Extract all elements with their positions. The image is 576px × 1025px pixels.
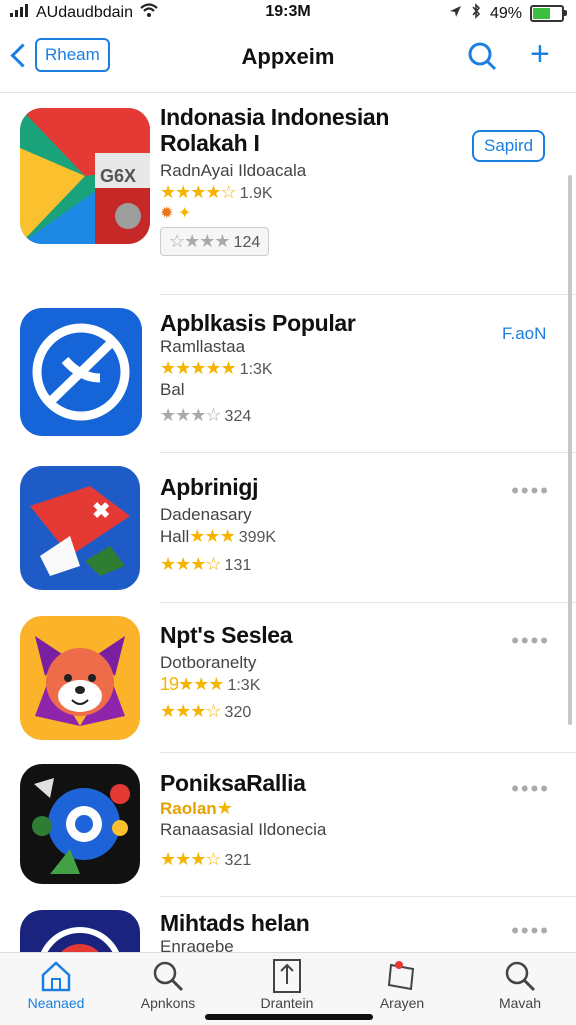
get-button[interactable]: Sapird	[472, 130, 546, 162]
svg-text:G6X: G6X	[100, 166, 136, 186]
tab-label: Mavah	[498, 995, 542, 1011]
upload-icon	[237, 957, 337, 995]
app-subtitle: Dadenasary	[160, 505, 252, 524]
app-name: Indonasia Indonesian	[160, 104, 390, 130]
award-icon: ✹ ✦	[160, 205, 192, 222]
app-subtitle: Dotboranelty	[160, 653, 257, 672]
tab-saved[interactable]: Arayen	[352, 957, 452, 1011]
list-item[interactable]: Npt's Seslea Dotboranelty 19★★★ 1:3K ★★★☆…	[0, 614, 576, 753]
tab-search[interactable]: Mavah	[470, 957, 570, 1011]
list-item[interactable]: G6X Indonasia Indonesian Rolakah I RadnA…	[0, 104, 576, 295]
app-subtitle: Enragebe	[160, 937, 234, 952]
star-rating: ★★★★☆	[160, 182, 237, 202]
rating-box: ☆★★★ 124	[160, 227, 270, 256]
app-subtitle: RadnAyai Ildoacala	[160, 161, 307, 180]
rating-count: 1.9K	[239, 185, 273, 202]
app-icon: G6X	[20, 108, 150, 244]
svg-text:✖: ✖	[92, 498, 110, 523]
location-icon	[448, 4, 462, 23]
search-icon	[470, 957, 570, 995]
divider	[160, 752, 576, 753]
star-rating: ★	[216, 798, 233, 818]
app-name: Apbrinigj	[160, 474, 259, 500]
list-item[interactable]: Apblkasis Popular Ramllastaa ★★★★★ 1:3K B…	[0, 306, 576, 453]
rating-count: 1:3K	[227, 677, 261, 694]
home-icon	[6, 957, 106, 995]
app-name: Apblkasis Popular	[160, 310, 356, 336]
star-rating: ★★★★★	[160, 358, 237, 378]
app-name: PoniksaRallia	[160, 770, 306, 796]
list-item[interactable]: ✖ Apbrinigj Dadenasary Hall★★★ 399K ★★★☆ 1…	[0, 464, 576, 603]
tab-label: Drantein	[260, 995, 314, 1011]
app-name-line2: Rolakah I	[160, 130, 260, 156]
rating-prefix: Hall	[160, 527, 190, 546]
app-description: Ranaasasial Ildonecia	[160, 820, 327, 839]
scrollbar[interactable]	[568, 175, 572, 725]
app-subtitle: Ramllastaa	[160, 337, 246, 356]
more-button[interactable]: ••••	[511, 918, 550, 944]
app-icon	[20, 308, 142, 436]
tab-label: Apnkons	[140, 995, 196, 1011]
small-rating-count: 131	[224, 557, 252, 574]
small-star-rating: ★★★☆	[160, 405, 222, 425]
app-icon	[20, 616, 140, 740]
star-rating: ★★★	[189, 526, 235, 546]
app-icon	[20, 764, 140, 884]
divider	[160, 294, 576, 295]
app-subtitle: Raolan	[160, 799, 217, 818]
rating-prefix: 19	[160, 674, 179, 694]
app-name: Npt's Seslea	[160, 622, 293, 648]
small-star-rating: ☆★★★	[169, 231, 231, 251]
tab-updates[interactable]: Drantein	[237, 957, 337, 1011]
status-bar: AUdaudbdain 19:3M 49%	[0, 0, 576, 26]
small-rating-count: 321	[224, 852, 252, 869]
tab-label: Arayen	[379, 995, 425, 1011]
more-button[interactable]: ••••	[511, 628, 550, 654]
more-button[interactable]: ••••	[511, 478, 550, 504]
small-star-rating: ★★★☆	[160, 701, 222, 721]
app-icon: ✖	[20, 466, 140, 590]
divider	[160, 452, 576, 453]
list-item[interactable]: Mihtads helan Enragebe ••••	[0, 908, 576, 952]
tab-label: Neanaed	[27, 995, 85, 1011]
divider	[0, 92, 576, 93]
list-item[interactable]: PoniksaRallia Raolan★ Ranaasasial Ildone…	[0, 762, 576, 897]
battery-icon	[530, 5, 567, 22]
navigation-bar: Rheam Appxeim +	[0, 36, 576, 80]
search-icon	[118, 957, 218, 995]
divider	[160, 602, 576, 603]
divider	[160, 896, 576, 897]
rating-count: 1:3K	[239, 361, 273, 378]
more-button[interactable]: ••••	[511, 776, 550, 802]
rating-count: 399K	[238, 529, 277, 546]
bookmark-icon	[352, 957, 452, 995]
app-icon	[20, 910, 140, 952]
search-icon[interactable]	[466, 40, 498, 77]
tab-apps[interactable]: Apnkons	[118, 957, 218, 1011]
app-name: Mihtads helan	[160, 910, 310, 936]
small-rating-count: 124	[233, 234, 261, 251]
small-star-rating: ★★★☆	[160, 849, 222, 869]
small-rating-count: 324	[224, 408, 252, 425]
battery-percent: 49%	[489, 4, 522, 22]
tab-home[interactable]: Neanaed	[6, 957, 106, 1011]
get-button[interactable]: F.aoN	[502, 324, 546, 344]
star-rating: ★★★	[178, 674, 224, 694]
small-star-rating: ★★★☆	[160, 554, 222, 574]
app-category: Bal	[160, 380, 185, 399]
bluetooth-icon	[470, 3, 482, 24]
home-indicator	[205, 1014, 373, 1020]
small-rating-count: 320	[224, 704, 252, 721]
add-icon[interactable]: +	[530, 37, 550, 71]
